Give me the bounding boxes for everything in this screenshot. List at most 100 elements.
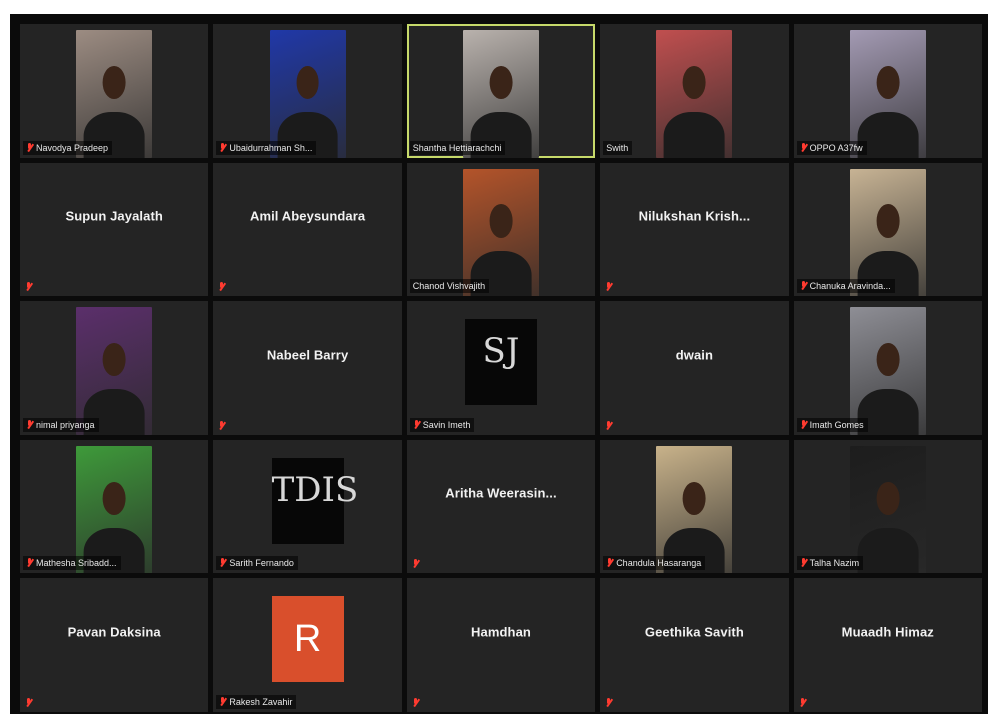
muted-mic-icon: [219, 697, 226, 707]
person-silhouette-head: [682, 481, 706, 515]
muted-mic-icon: [412, 559, 419, 569]
participant-tile[interactable]: Talha Nazim: [793, 439, 982, 574]
participant-tile[interactable]: Hamdhan: [406, 578, 596, 712]
muted-mic-icon: [800, 558, 807, 568]
participant-name-label: OPPO A37fw: [796, 140, 867, 155]
logo-mark: SJ: [482, 331, 520, 372]
muted-mic-icon: [25, 698, 32, 708]
participant-name: Hamdhan: [471, 624, 531, 640]
participant-tile[interactable]: Supun Jayalath: [20, 162, 209, 297]
person-silhouette-head: [102, 65, 126, 100]
participant-name-label: Chanod Vishvajith: [409, 279, 490, 294]
person-silhouette-head: [296, 65, 319, 100]
profile-logo: SJ: [464, 319, 537, 406]
participant-tile[interactable]: TDIS Sarith Fernando: [213, 439, 402, 574]
participant-name: Sarith Fernando: [229, 558, 294, 569]
participant-tile[interactable]: Muaadh Himaz: [793, 578, 982, 712]
participant-name: Talha Nazim: [809, 558, 860, 569]
participant-tile[interactable]: Navodya Pradeep: [20, 24, 209, 158]
participant-name: Navodya Pradeep: [36, 142, 109, 153]
muted-mic-icon: [25, 282, 32, 292]
person-silhouette-head: [876, 481, 900, 515]
participant-name: Nilukshan Krish...: [638, 208, 751, 224]
participant-tile[interactable]: Mathesha Sribadd...: [20, 439, 209, 574]
participant-tile[interactable]: Ubaidurrahman Sh...: [213, 24, 402, 158]
participant-name: Geethika Savith: [644, 624, 744, 640]
participant-name: nimal priyanga: [36, 419, 95, 430]
participant-tile[interactable]: SJ Savin Imeth: [406, 301, 596, 435]
participant-name-label: Chandula Hasaranga: [603, 556, 706, 571]
muted-mic-icon: [605, 282, 612, 292]
muted-mic-icon: [605, 420, 612, 431]
participant-name: Amil Abeysundara: [249, 208, 366, 224]
participant-tile[interactable]: Chandula Hasaranga: [600, 439, 789, 574]
meeting-window: Navodya Pradeep Ubaidurrahman Sh... Shanth…: [10, 14, 988, 714]
participant-name: Pavan Daksina: [67, 624, 161, 640]
participant-video: [849, 30, 926, 158]
participant-video: [76, 307, 153, 435]
participant-name: dwain: [675, 347, 714, 363]
participant-name: Ubaidurrahman Sh...: [229, 142, 313, 153]
participant-video: [76, 30, 153, 158]
muted-mic-icon: [219, 142, 226, 153]
participant-video: [849, 168, 926, 297]
participant-video: [656, 30, 733, 158]
person-silhouette-head: [682, 65, 706, 100]
participant-name-label: Sarith Fernando: [216, 556, 298, 571]
participant-name: Rakesh Zavahir: [229, 697, 293, 707]
participant-video: [462, 30, 539, 158]
person-silhouette-head: [489, 204, 513, 238]
muted-mic-icon: [412, 698, 419, 708]
participant-name: Imath Gomes: [809, 419, 864, 430]
muted-mic-icon: [800, 142, 807, 153]
participant-tile[interactable]: Chanuka Aravinda...: [793, 162, 982, 297]
avatar: R: [271, 596, 344, 683]
muted-mic-icon: [218, 282, 225, 292]
participant-tile[interactable]: OPPO A37fw: [793, 24, 982, 158]
person-silhouette-head: [876, 343, 900, 377]
muted-mic-icon: [26, 142, 33, 153]
participant-tile[interactable]: nimal priyanga: [20, 301, 209, 435]
muted-mic-icon: [26, 558, 33, 568]
participant-name-label: Talha Nazim: [796, 556, 864, 571]
participant-tile[interactable]: Chanod Vishvajith: [406, 162, 596, 297]
participant-video: [269, 30, 346, 158]
participant-name: Swith: [606, 142, 629, 153]
participant-name-label: Swith: [603, 140, 633, 155]
participant-tile[interactable]: Nilukshan Krish...: [600, 162, 789, 297]
participant-name-label: Ubaidurrahman Sh...: [216, 140, 317, 155]
participant-video: [849, 445, 926, 574]
participant-tile[interactable]: Aritha Weerasin...: [406, 439, 596, 574]
profile-logo: TDIS: [271, 457, 359, 544]
participant-name-label: Mathesha Sribadd...: [23, 556, 121, 571]
participant-tile[interactable]: R Rakesh Zavahir: [213, 578, 402, 712]
participant-grid: Navodya Pradeep Ubaidurrahman Sh... Shanth…: [20, 24, 982, 712]
participant-name: Muaadh Himaz: [841, 624, 934, 640]
participant-tile[interactable]: Geethika Savith: [600, 578, 789, 712]
person-silhouette-body: [857, 527, 919, 574]
participant-tile[interactable]: Shantha Hettiarachchi: [406, 24, 596, 158]
participant-name-label: Chanuka Aravinda...: [796, 279, 895, 294]
muted-mic-icon: [800, 419, 807, 430]
participant-name-label: Shantha Hettiarachchi: [409, 140, 506, 155]
logo-mark: TDIS: [271, 469, 359, 510]
participant-video: [849, 307, 926, 435]
participant-video: [76, 445, 153, 574]
participant-name: Mathesha Sribadd...: [36, 558, 117, 569]
muted-mic-icon: [605, 698, 612, 708]
participant-tile[interactable]: Nabeel Barry: [213, 301, 402, 435]
participant-tile[interactable]: Amil Abeysundara: [213, 162, 402, 297]
participant-tile[interactable]: Imath Gomes: [793, 301, 982, 435]
muted-mic-icon: [800, 281, 807, 291]
person-silhouette-head: [102, 343, 126, 377]
participant-name-label: Rakesh Zavahir: [216, 695, 297, 709]
muted-mic-icon: [799, 698, 806, 708]
participant-name: Savin Imeth: [422, 419, 471, 430]
participant-tile[interactable]: Swith: [600, 24, 789, 158]
participant-name: Chanuka Aravinda...: [809, 281, 891, 292]
participant-name: Chandula Hasaranga: [616, 558, 702, 569]
muted-mic-icon: [606, 558, 613, 568]
participant-tile[interactable]: Pavan Daksina: [20, 578, 209, 712]
participant-tile[interactable]: dwain: [600, 301, 789, 435]
person-silhouette-head: [102, 481, 126, 515]
